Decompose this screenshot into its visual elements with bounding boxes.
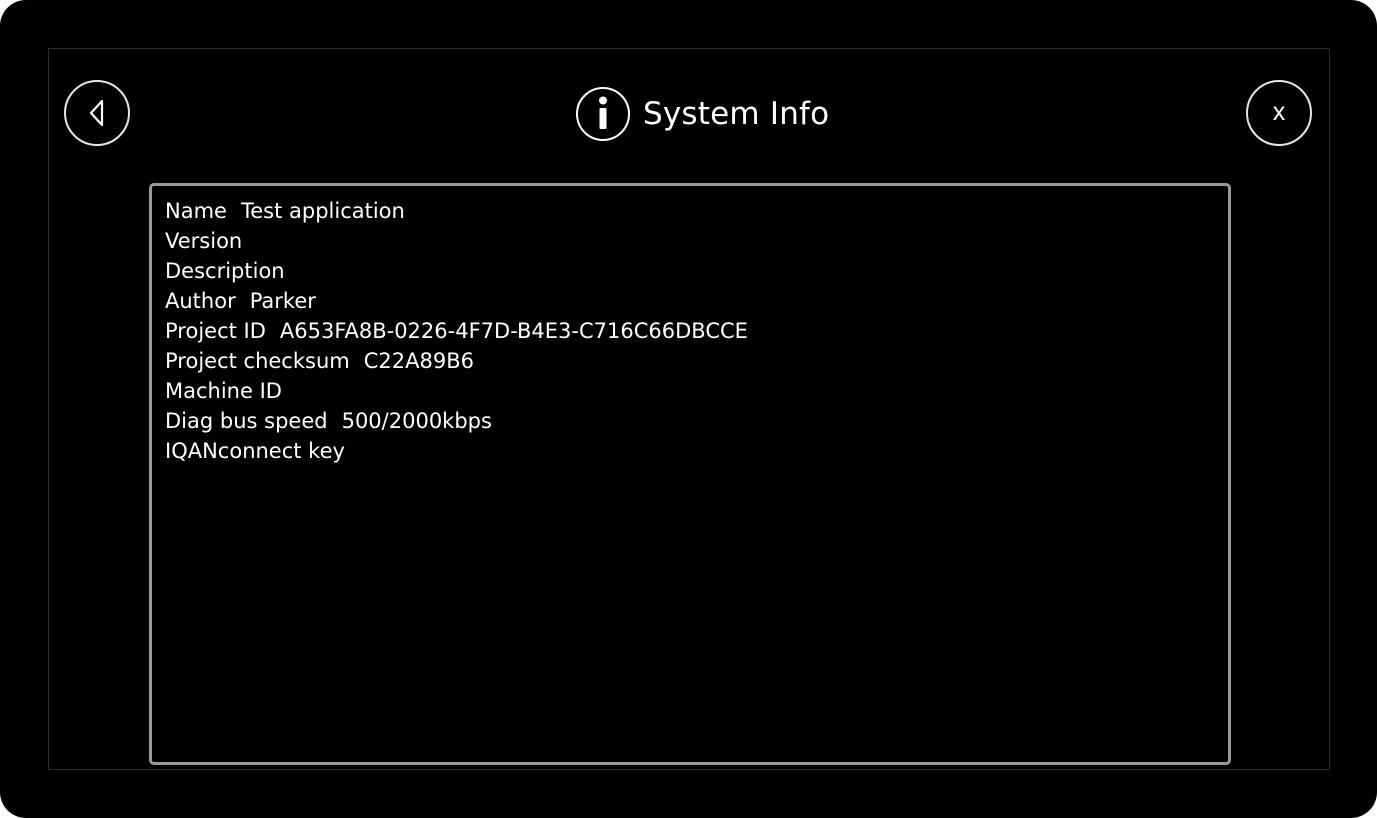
page-title: System Info [643, 96, 830, 132]
info-row-version: Version [165, 226, 1228, 256]
info-value: A653FA8B-0226-4F7D-B4E3-C716C66DBCCE [279, 319, 748, 343]
info-row-project-id: Project ID A653FA8B-0226-4F7D-B4E3-C716C6… [165, 316, 1228, 346]
info-row-iqanconnect-key: IQANconnect key [165, 436, 1228, 466]
chevron-left-icon [89, 99, 104, 127]
info-row-machine-id: Machine ID [165, 376, 1228, 406]
page-header: System Info [575, 86, 829, 142]
info-value: 500/2000kbps [341, 409, 492, 433]
back-button[interactable] [64, 80, 130, 146]
info-value: Parker [249, 289, 316, 313]
info-row-project-checksum: Project checksum C22A89B6 [165, 346, 1228, 376]
info-label: IQANconnect key [165, 439, 345, 463]
close-button[interactable]: x [1246, 80, 1312, 146]
info-row-author: Author Parker [165, 286, 1228, 316]
info-label: Diag bus speed [165, 409, 328, 433]
info-label: Description [165, 259, 285, 283]
info-label: Author [165, 289, 236, 313]
info-row-name: Name Test application [165, 196, 1228, 226]
info-label: Project ID [165, 319, 266, 343]
info-label: Machine ID [165, 379, 282, 403]
device-frame: System Info x Name Test application Versi… [0, 0, 1377, 818]
system-info-screen: System Info x Name Test application Versi… [48, 48, 1330, 770]
info-value: Test application [240, 199, 405, 223]
info-icon [576, 87, 630, 141]
info-label: Version [165, 229, 243, 253]
info-value: C22A89B6 [363, 349, 474, 373]
close-icon: x [1272, 97, 1286, 126]
info-row-diag-bus-speed: Diag bus speed 500/2000kbps [165, 406, 1228, 436]
info-label: Name [165, 199, 227, 223]
system-info-panel: Name Test application Version Description… [149, 183, 1231, 765]
corner-mark [0, 0, 5, 5]
info-label: Project checksum [165, 349, 350, 373]
info-row-description: Description [165, 256, 1228, 286]
